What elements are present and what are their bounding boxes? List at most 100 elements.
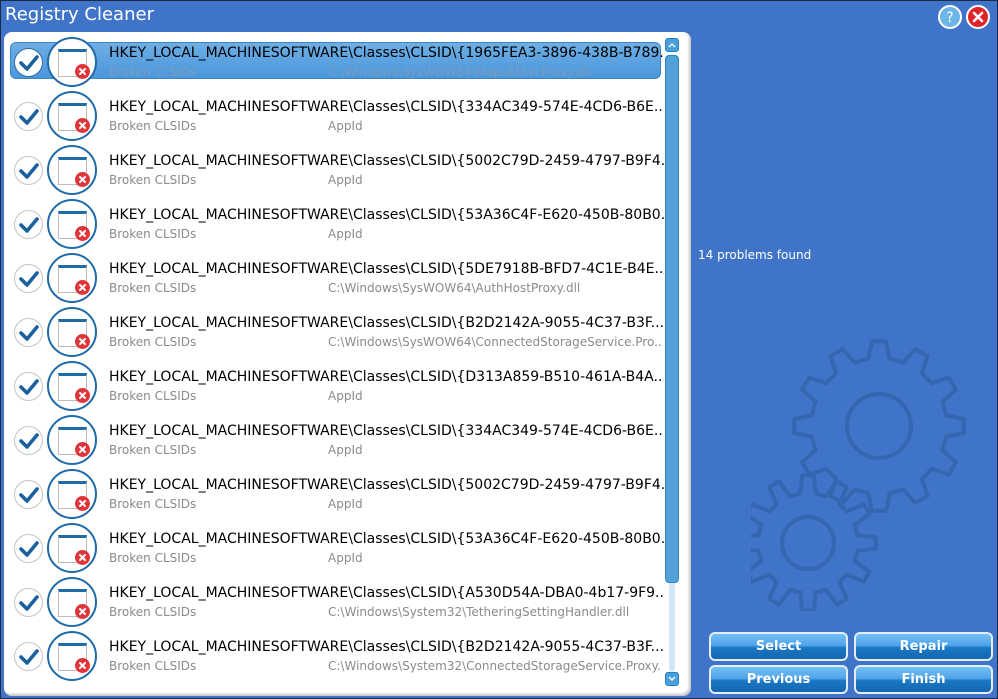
row-checkbox[interactable] bbox=[14, 426, 43, 455]
small-gear-shape bbox=[751, 473, 878, 611]
close-button[interactable] bbox=[966, 5, 990, 29]
error-badge-icon bbox=[75, 388, 90, 403]
row-checkbox[interactable] bbox=[14, 156, 43, 185]
checkmark-icon bbox=[18, 486, 39, 503]
registry-key: HKEY_LOCAL_MACHINESOFTWARE\Classes\CLSID… bbox=[109, 369, 664, 385]
problem-detail: C:\Windows\SysWOW64\MapsBtSvcProxy.dll bbox=[328, 65, 591, 79]
error-badge-icon bbox=[75, 118, 90, 133]
row-checkbox[interactable] bbox=[14, 372, 43, 401]
problem-category: Broken CLSIDs bbox=[109, 119, 197, 133]
registry-error-icon bbox=[47, 577, 97, 627]
error-badge-icon bbox=[75, 334, 90, 349]
checkmark-icon bbox=[18, 540, 39, 557]
problem-detail: AppId bbox=[328, 119, 363, 133]
problem-detail: AppId bbox=[328, 497, 363, 511]
problem-row[interactable]: HKEY_LOCAL_MACHINESOFTWARE\Classes\CLSID… bbox=[10, 413, 664, 467]
problem-category: Broken CLSIDs bbox=[109, 227, 197, 241]
chevron-up-icon bbox=[668, 43, 676, 48]
problem-row[interactable]: HKEY_LOCAL_MACHINESOFTWARE\Classes\CLSID… bbox=[10, 143, 664, 197]
error-badge-icon bbox=[75, 442, 90, 457]
problem-category: Broken CLSIDs bbox=[109, 65, 197, 79]
registry-error-icon bbox=[47, 523, 97, 573]
registry-error-icon bbox=[47, 199, 97, 249]
checkmark-icon bbox=[18, 108, 39, 125]
problem-row[interactable]: HKEY_LOCAL_MACHINESOFTWARE\Classes\CLSID… bbox=[10, 521, 664, 575]
problem-row[interactable]: HKEY_LOCAL_MACHINESOFTWARE\Classes\CLSID… bbox=[10, 467, 664, 521]
problem-row[interactable]: HKEY_LOCAL_MACHINESOFTWARE\Classes\CLSID… bbox=[10, 305, 664, 359]
registry-error-icon bbox=[47, 307, 97, 357]
checkmark-icon bbox=[18, 162, 39, 179]
problem-category: Broken CLSIDs bbox=[109, 335, 197, 349]
registry-key: HKEY_LOCAL_MACHINESOFTWARE\Classes\CLSID… bbox=[109, 261, 664, 277]
problem-row[interactable]: HKEY_LOCAL_MACHINESOFTWARE\Classes\CLSID… bbox=[10, 89, 664, 143]
scroll-down-button[interactable] bbox=[665, 672, 679, 686]
registry-error-icon bbox=[47, 37, 97, 87]
registry-key: HKEY_LOCAL_MACHINESOFTWARE\Classes\CLSID… bbox=[109, 153, 664, 169]
help-button[interactable]: ? bbox=[938, 5, 962, 29]
registry-key: HKEY_LOCAL_MACHINESOFTWARE\Classes\CLSID… bbox=[109, 315, 664, 331]
problem-row[interactable]: HKEY_LOCAL_MACHINESOFTWARE\Classes\CLSID… bbox=[10, 359, 664, 413]
problem-detail: C:\Windows\SysWOW64\AuthHostProxy.dll bbox=[328, 281, 581, 295]
problem-category: Broken CLSIDs bbox=[109, 497, 197, 511]
select-button[interactable]: Select bbox=[709, 632, 848, 661]
problem-detail: C:\Windows\System32\ConnectedStorageServ… bbox=[328, 659, 661, 673]
problem-category: Broken CLSIDs bbox=[109, 605, 197, 619]
row-checkbox[interactable] bbox=[14, 588, 43, 617]
row-checkbox[interactable] bbox=[14, 480, 43, 509]
row-checkbox[interactable] bbox=[14, 264, 43, 293]
registry-error-icon bbox=[47, 145, 97, 195]
problem-detail: AppId bbox=[328, 173, 363, 187]
row-checkbox[interactable] bbox=[14, 318, 43, 347]
svg-text:?: ? bbox=[946, 10, 953, 25]
registry-key: HKEY_LOCAL_MACHINESOFTWARE\Classes\CLSID… bbox=[109, 423, 664, 439]
registry-key: HKEY_LOCAL_MACHINESOFTWARE\Classes\CLSID… bbox=[109, 207, 664, 223]
row-checkbox[interactable] bbox=[14, 48, 43, 77]
registry-key: HKEY_LOCAL_MACHINESOFTWARE\Classes\CLSID… bbox=[109, 639, 664, 655]
finish-button[interactable]: Finish bbox=[854, 665, 993, 694]
error-badge-icon bbox=[75, 64, 90, 79]
problem-category: Broken CLSIDs bbox=[109, 389, 197, 403]
problem-row[interactable]: HKEY_LOCAL_MACHINESOFTWARE\Classes\CLSID… bbox=[10, 35, 664, 89]
problems-list: HKEY_LOCAL_MACHINESOFTWARE\Classes\CLSID… bbox=[4, 32, 691, 696]
error-badge-icon bbox=[75, 496, 90, 511]
problem-category: Broken CLSIDs bbox=[109, 281, 197, 295]
error-badge-icon bbox=[75, 172, 90, 187]
small-gear-hub bbox=[780, 515, 836, 571]
problem-detail: AppId bbox=[328, 389, 363, 403]
scroll-up-button[interactable] bbox=[665, 38, 679, 52]
repair-button[interactable]: Repair bbox=[854, 632, 993, 661]
registry-error-icon bbox=[47, 415, 97, 465]
window-title: Registry Cleaner bbox=[5, 4, 154, 25]
problem-category: Broken CLSIDs bbox=[109, 443, 197, 457]
checkmark-icon bbox=[18, 594, 39, 611]
error-badge-icon bbox=[75, 280, 90, 295]
checkmark-icon bbox=[18, 324, 39, 341]
row-checkbox[interactable] bbox=[14, 210, 43, 239]
error-badge-icon bbox=[75, 550, 90, 565]
problem-row[interactable]: HKEY_LOCAL_MACHINESOFTWARE\Classes\CLSID… bbox=[10, 575, 664, 629]
problem-category: Broken CLSIDs bbox=[109, 659, 197, 673]
registry-key: HKEY_LOCAL_MACHINESOFTWARE\Classes\CLSID… bbox=[109, 531, 664, 547]
problem-detail: AppId bbox=[328, 443, 363, 457]
registry-error-icon bbox=[47, 253, 97, 303]
problem-category: Broken CLSIDs bbox=[109, 173, 197, 187]
problem-row[interactable]: HKEY_LOCAL_MACHINESOFTWARE\Classes\CLSID… bbox=[10, 251, 664, 305]
scrollbar[interactable] bbox=[665, 38, 679, 688]
checkmark-icon bbox=[18, 432, 39, 449]
checkmark-icon bbox=[18, 648, 39, 665]
previous-button[interactable]: Previous bbox=[709, 665, 848, 694]
problem-row[interactable]: HKEY_LOCAL_MACHINESOFTWARE\Classes\CLSID… bbox=[10, 629, 664, 683]
help-icon: ? bbox=[946, 10, 953, 25]
close-icon bbox=[972, 11, 984, 23]
row-checkbox[interactable] bbox=[14, 642, 43, 671]
error-badge-icon bbox=[75, 226, 90, 241]
checkmark-icon bbox=[18, 378, 39, 395]
checkmark-icon bbox=[18, 270, 39, 287]
problem-row[interactable]: HKEY_LOCAL_MACHINESOFTWARE\Classes\CLSID… bbox=[10, 197, 664, 251]
problems-count-status: 14 problems found bbox=[698, 248, 812, 262]
scroll-thumb[interactable] bbox=[665, 55, 679, 583]
registry-error-icon bbox=[47, 469, 97, 519]
row-checkbox[interactable] bbox=[14, 534, 43, 563]
row-checkbox[interactable] bbox=[14, 102, 43, 131]
problem-category: Broken CLSIDs bbox=[109, 551, 197, 565]
